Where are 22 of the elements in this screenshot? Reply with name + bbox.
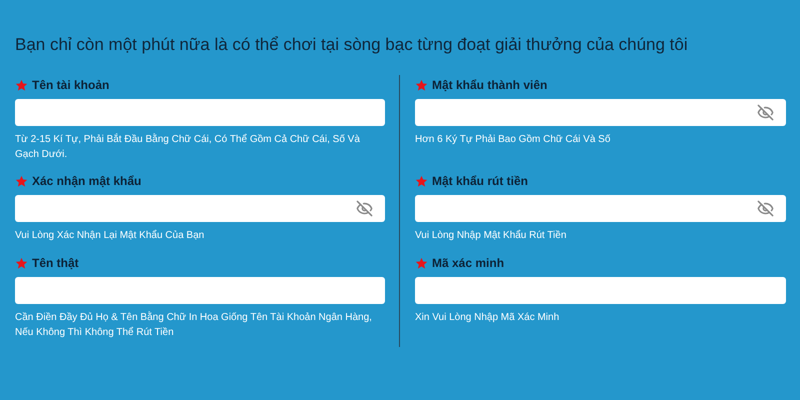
input-field[interactable]: [415, 277, 786, 304]
input-field[interactable]: [15, 277, 385, 304]
field-label: Xác nhận mật khẩu: [32, 175, 142, 187]
field-label: Tên tài khoản: [32, 79, 110, 91]
field-label: Tên thật: [32, 257, 79, 269]
input-field[interactable]: [15, 99, 385, 126]
field-hint: Vui Lòng Xác Nhận Lại Mật Khẩu Của Bạn: [15, 228, 206, 243]
eye-off-icon[interactable]: [757, 200, 774, 217]
input-field[interactable]: [15, 195, 385, 222]
field-hint: Từ 2-15 Kí Tự, Phải Bắt Đầu Bằng Chữ Cái, Có Thể Gồm Cả Chữ Cái, Số Và Gạch Dưới.: [15, 132, 361, 162]
field-hint: Hơn 6 Ký Tự Phải Bao Gồm Chữ Cái Và Số: [415, 133, 612, 147]
field-hint: Cần Điền Đầy Đủ Họ & Tên Bằng Chữ In Hoa Giống Tên Tài Khoản Ngân Hàng, Nếu Không Thì Không Thể Rút Tiền: [15, 310, 373, 340]
page-heading: Bạn chỉ còn một phút nữa là có thể chơi tại sòng bạc từng đoạt giải thưởng của chúng tôi: [14, 34, 689, 55]
field-hint: Xin Vui Lòng Nhập Mã Xác Minh: [415, 311, 560, 325]
field-label: Mã xác minh: [432, 257, 504, 269]
eye-off-icon[interactable]: [757, 104, 774, 121]
field-hint: Vui Lòng Nhập Mật Khẩu Rút Tiền: [415, 228, 568, 243]
input-field[interactable]: [415, 99, 786, 126]
field-label: Mật khẩu thành viên: [432, 79, 548, 91]
field-label: Mật khẩu rút tiền: [432, 175, 528, 187]
eye-off-icon[interactable]: [356, 200, 373, 217]
input-field[interactable]: [415, 195, 786, 222]
